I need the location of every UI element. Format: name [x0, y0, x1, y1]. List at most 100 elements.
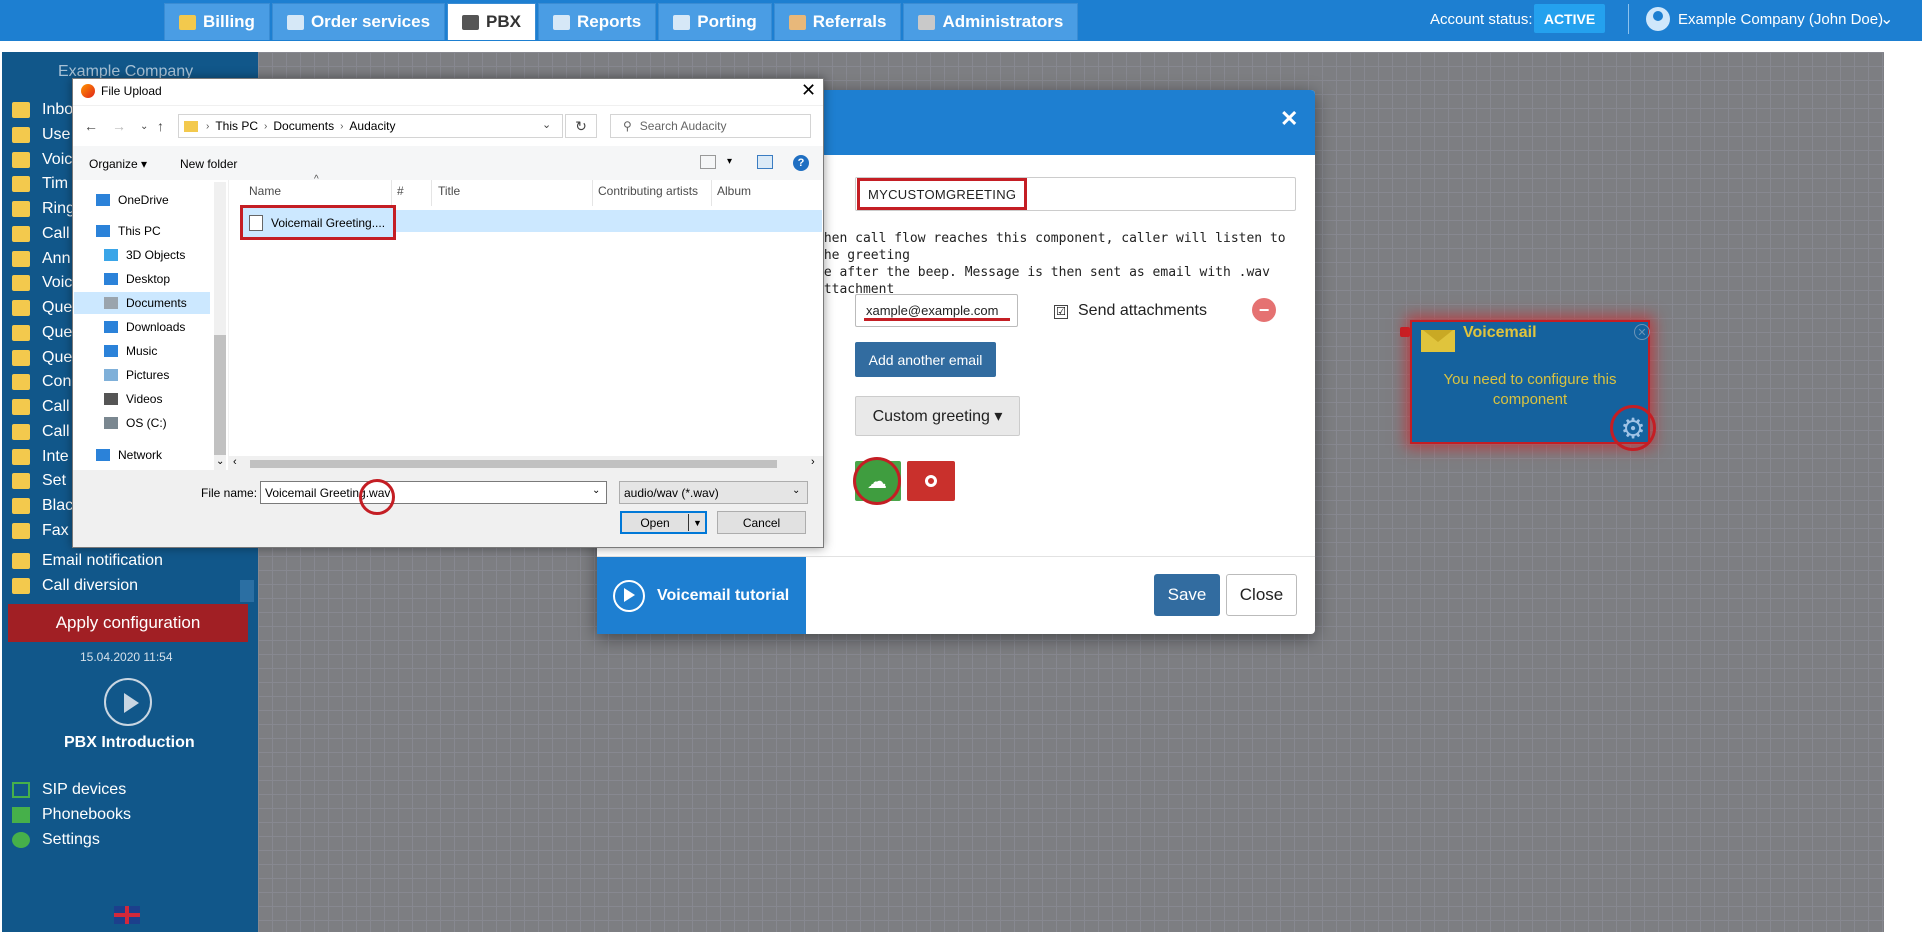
sidebar-item[interactable]: Inbo: [12, 98, 73, 122]
play-icon[interactable]: [104, 678, 152, 726]
column-contributing-artists[interactable]: Contributing artists: [598, 184, 698, 198]
tab-porting[interactable]: Porting: [658, 3, 772, 40]
close-icon[interactable]: ✕: [801, 80, 816, 101]
gear-icon[interactable]: ⚙: [1610, 405, 1656, 451]
nav-item-music[interactable]: Music: [104, 339, 157, 363]
sidebar-item[interactable]: Que: [12, 296, 72, 320]
sidebar-item[interactable]: Ann: [12, 247, 70, 271]
sidebar-item[interactable]: Call: [12, 222, 70, 246]
chevron-left-icon[interactable]: ‹: [233, 456, 237, 468]
nav-item-pictures[interactable]: Pictures: [104, 363, 169, 387]
sidebar-item[interactable]: Voic: [12, 271, 72, 295]
greeting-type-dropdown[interactable]: Custom greeting ▾: [855, 396, 1020, 436]
close-icon[interactable]: ✕: [1280, 106, 1298, 132]
sidebar-item-settings[interactable]: Settings: [12, 828, 100, 852]
up-icon[interactable]: ↑: [157, 118, 164, 134]
email-field[interactable]: xample@example.com: [855, 294, 1018, 327]
chevron-down-icon[interactable]: ⌄: [542, 118, 551, 131]
close-icon[interactable]: ✕: [1634, 324, 1650, 340]
sidebar-item[interactable]: Que: [12, 321, 72, 345]
close-button[interactable]: Close: [1226, 574, 1297, 616]
nav-item-documents[interactable]: Documents: [104, 291, 187, 315]
open-button[interactable]: Open ▼: [620, 511, 707, 534]
sidebar-item[interactable]: Call: [12, 395, 70, 419]
sidebar-item[interactable]: Blac: [12, 494, 73, 518]
sidebar-item-sip-devices[interactable]: SIP devices: [12, 778, 126, 802]
remove-email-icon[interactable]: −: [1252, 298, 1276, 322]
view-options-icon[interactable]: [700, 155, 716, 169]
tab-pbx[interactable]: PBX: [447, 3, 537, 40]
column-number[interactable]: #: [397, 184, 404, 198]
column-name[interactable]: Name: [249, 184, 281, 198]
address-bar[interactable]: › This PC › Documents › Audacity: [178, 114, 563, 138]
tab-administrators[interactable]: Administrators: [903, 3, 1079, 40]
tab-order-services[interactable]: Order services: [271, 3, 446, 40]
preview-pane-icon[interactable]: [757, 155, 773, 169]
nav-item-this-pc[interactable]: This PC: [96, 219, 161, 243]
organize-button[interactable]: Organize ▾: [89, 157, 147, 171]
pbx-introduction-link[interactable]: PBX Introduction: [64, 734, 195, 752]
sidebar-item[interactable]: Inte: [12, 445, 69, 469]
search-input[interactable]: ⚲ Search Audacity: [610, 114, 811, 138]
uk-flag-icon[interactable]: [114, 906, 140, 924]
recent-chevron-icon[interactable]: ⌄: [140, 121, 148, 132]
chevron-down-icon[interactable]: ▼: [693, 518, 702, 528]
chevron-down-icon[interactable]: ⌄: [592, 485, 600, 496]
forward-icon[interactable]: →: [112, 118, 126, 134]
breadcrumb[interactable]: This PC: [215, 119, 258, 133]
chevron-down-icon[interactable]: ⌄: [1880, 9, 1893, 29]
sidebar-item[interactable]: Fax: [12, 519, 69, 543]
column-title[interactable]: Title: [438, 184, 460, 198]
file-type-select[interactable]: audio/wav (*.wav): [619, 481, 808, 504]
nav-item-desktop[interactable]: Desktop: [104, 267, 170, 291]
chevron-down-icon[interactable]: ▾: [727, 156, 732, 167]
sidebar-item[interactable]: Con: [12, 370, 71, 394]
nav-scroll-thumb[interactable]: [214, 335, 226, 455]
cloud-upload-icon[interactable]: ☁: [853, 457, 901, 505]
sidebar-item[interactable]: Use: [12, 123, 70, 147]
sidebar-item-phonebooks[interactable]: Phonebooks: [12, 803, 131, 827]
chevron-down-icon[interactable]: ⌄: [792, 485, 800, 496]
new-folder-button[interactable]: New folder: [180, 157, 237, 171]
sidebar-scrollbar[interactable]: [240, 580, 254, 602]
user-menu-name[interactable]: Example Company (John Doe): [1678, 11, 1883, 28]
tab-reports[interactable]: Reports: [538, 3, 657, 40]
sidebar-item[interactable]: Call: [12, 420, 70, 444]
file-name-input[interactable]: Voicemail Greeting.wav: [260, 481, 607, 504]
nav-item-os-c[interactable]: OS (C:): [104, 411, 167, 435]
voicemail-tutorial-button[interactable]: Voicemail tutorial: [597, 557, 806, 634]
back-icon[interactable]: ←: [84, 118, 98, 134]
breadcrumb[interactable]: Documents: [273, 119, 334, 133]
apply-configuration-button[interactable]: Apply configuration: [8, 604, 248, 642]
chevron-down-icon[interactable]: ⌄: [216, 456, 224, 467]
file-item-voicemail-greeting[interactable]: Voicemail Greeting....: [240, 205, 396, 240]
tab-billing[interactable]: Billing: [164, 3, 270, 40]
breadcrumb[interactable]: Audacity: [349, 119, 395, 133]
send-attachments-checkbox[interactable]: ☑: [1054, 305, 1068, 319]
nav-item-downloads[interactable]: Downloads: [104, 315, 185, 339]
connector-dot[interactable]: [1400, 327, 1410, 337]
sidebar-item[interactable]: Voic: [12, 148, 72, 172]
nav-item-videos[interactable]: Videos: [104, 387, 162, 411]
sidebar-item[interactable]: Email notification: [12, 549, 163, 573]
save-button[interactable]: Save: [1154, 574, 1220, 616]
help-icon[interactable]: ?: [793, 155, 809, 171]
chevron-right-icon[interactable]: ›: [811, 456, 815, 468]
column-album[interactable]: Album: [717, 184, 751, 198]
avatar[interactable]: [1646, 7, 1670, 31]
horizontal-scroll-thumb[interactable]: [250, 460, 777, 468]
nav-item-network[interactable]: Network: [96, 443, 162, 467]
record-button[interactable]: [907, 461, 955, 501]
add-another-email-button[interactable]: Add another email: [855, 342, 996, 377]
refresh-icon[interactable]: ↻: [565, 114, 597, 138]
sidebar-item[interactable]: Set: [12, 469, 66, 493]
sidebar-item[interactable]: Ring: [12, 197, 75, 221]
cancel-button[interactable]: Cancel: [717, 511, 806, 534]
nav-item-3d-objects[interactable]: 3D Objects: [104, 243, 185, 267]
tab-referrals[interactable]: Referrals: [773, 3, 902, 40]
sidebar-item[interactable]: Tim: [12, 172, 68, 196]
sidebar-item[interactable]: Que: [12, 346, 72, 370]
greeting-name-value[interactable]: MYCUSTOMGREETING: [857, 178, 1028, 210]
nav-item-onedrive[interactable]: OneDrive: [96, 188, 169, 212]
sidebar-item[interactable]: Call diversion: [12, 574, 138, 598]
